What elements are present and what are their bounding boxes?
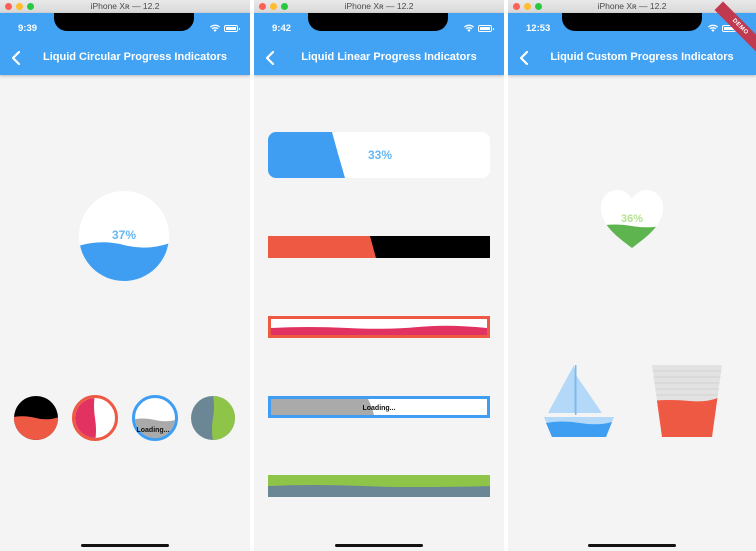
linear-indicator-pink-bordered [268, 316, 490, 338]
back-arrow-icon[interactable] [8, 50, 26, 66]
linear-indicator-red-black [268, 236, 490, 258]
wifi-icon [464, 24, 474, 32]
progress-label: 36% [621, 213, 643, 225]
simulator-titlebar: iPhone Xʀ — 12.2 [0, 0, 250, 14]
battery-icon [224, 25, 240, 32]
window-title: iPhone Xʀ — 12.2 [344, 1, 414, 11]
circular-indicator-slate-lime [191, 396, 235, 440]
app-bar: 12:53 Liquid Custom Progress Indicators … [508, 1, 756, 75]
progress-label: 33% [368, 148, 392, 162]
simulator-window-custom: iPhone Xʀ — 12.2 12:53 Liquid Custom Pro… [508, 0, 756, 551]
notch [308, 13, 448, 31]
notch [562, 13, 702, 31]
circular-indicator-pink-bordered [72, 395, 118, 441]
notch [54, 13, 194, 31]
liquid-fill [601, 224, 663, 248]
progress-label: 37% [112, 228, 136, 242]
simulator-window-linear: iPhone Xʀ — 12.2 9:42 Liquid Linear Prog… [254, 0, 504, 551]
page-title: Liquid Linear Progress Indicators [301, 51, 477, 63]
wifi-icon [210, 24, 220, 32]
simulator-window-circular: iPhone Xʀ — 12.2 9:39 Liquid Circular Pr… [0, 0, 250, 551]
liquid-fill [79, 242, 169, 281]
window-title: iPhone Xʀ — 12.2 [90, 1, 160, 11]
circular-progress-indicator: 37% [79, 191, 169, 281]
status-time: 9:42 [272, 23, 292, 34]
wifi-icon [708, 24, 718, 32]
battery-icon [478, 25, 494, 32]
status-time: 12:53 [526, 23, 551, 34]
page-title: Liquid Circular Progress Indicators [43, 51, 227, 63]
linear-indicator-loading: Loading... [268, 396, 490, 418]
phone-screen: 12:53 Liquid Custom Progress Indicators … [508, 1, 756, 551]
liquid-fill [268, 132, 345, 178]
home-indicator [335, 544, 423, 547]
status-time: 9:39 [18, 23, 38, 34]
glass-icon [652, 365, 722, 437]
app-bar: 9:39 Liquid Circular Progress Indicators [0, 13, 250, 75]
back-arrow-icon[interactable] [262, 50, 280, 66]
linear-indicator-slate-lime [268, 475, 490, 497]
phone-screen: 9:39 Liquid Circular Progress Indicators… [0, 13, 250, 551]
phone-screen: 9:42 Liquid Linear Progress Indicators 3… [254, 13, 504, 551]
app-bar: 9:42 Liquid Linear Progress Indicators [254, 13, 504, 75]
circular-indicator-black-red [14, 396, 58, 440]
circular-indicator-loading: Loading... [132, 395, 178, 441]
simulator-titlebar: iPhone Xʀ — 12.2 [254, 0, 504, 14]
loading-label: Loading... [362, 405, 395, 412]
home-indicator [81, 544, 169, 547]
heart-progress-indicator: 36% [601, 190, 663, 248]
page-title: Liquid Custom Progress Indicators [550, 51, 734, 63]
loading-label: Loading... [136, 427, 169, 434]
home-indicator [588, 544, 676, 547]
sailboat-icon [544, 365, 614, 437]
linear-progress-indicator-percent: 33% [268, 132, 490, 178]
back-arrow-icon[interactable] [516, 50, 534, 66]
